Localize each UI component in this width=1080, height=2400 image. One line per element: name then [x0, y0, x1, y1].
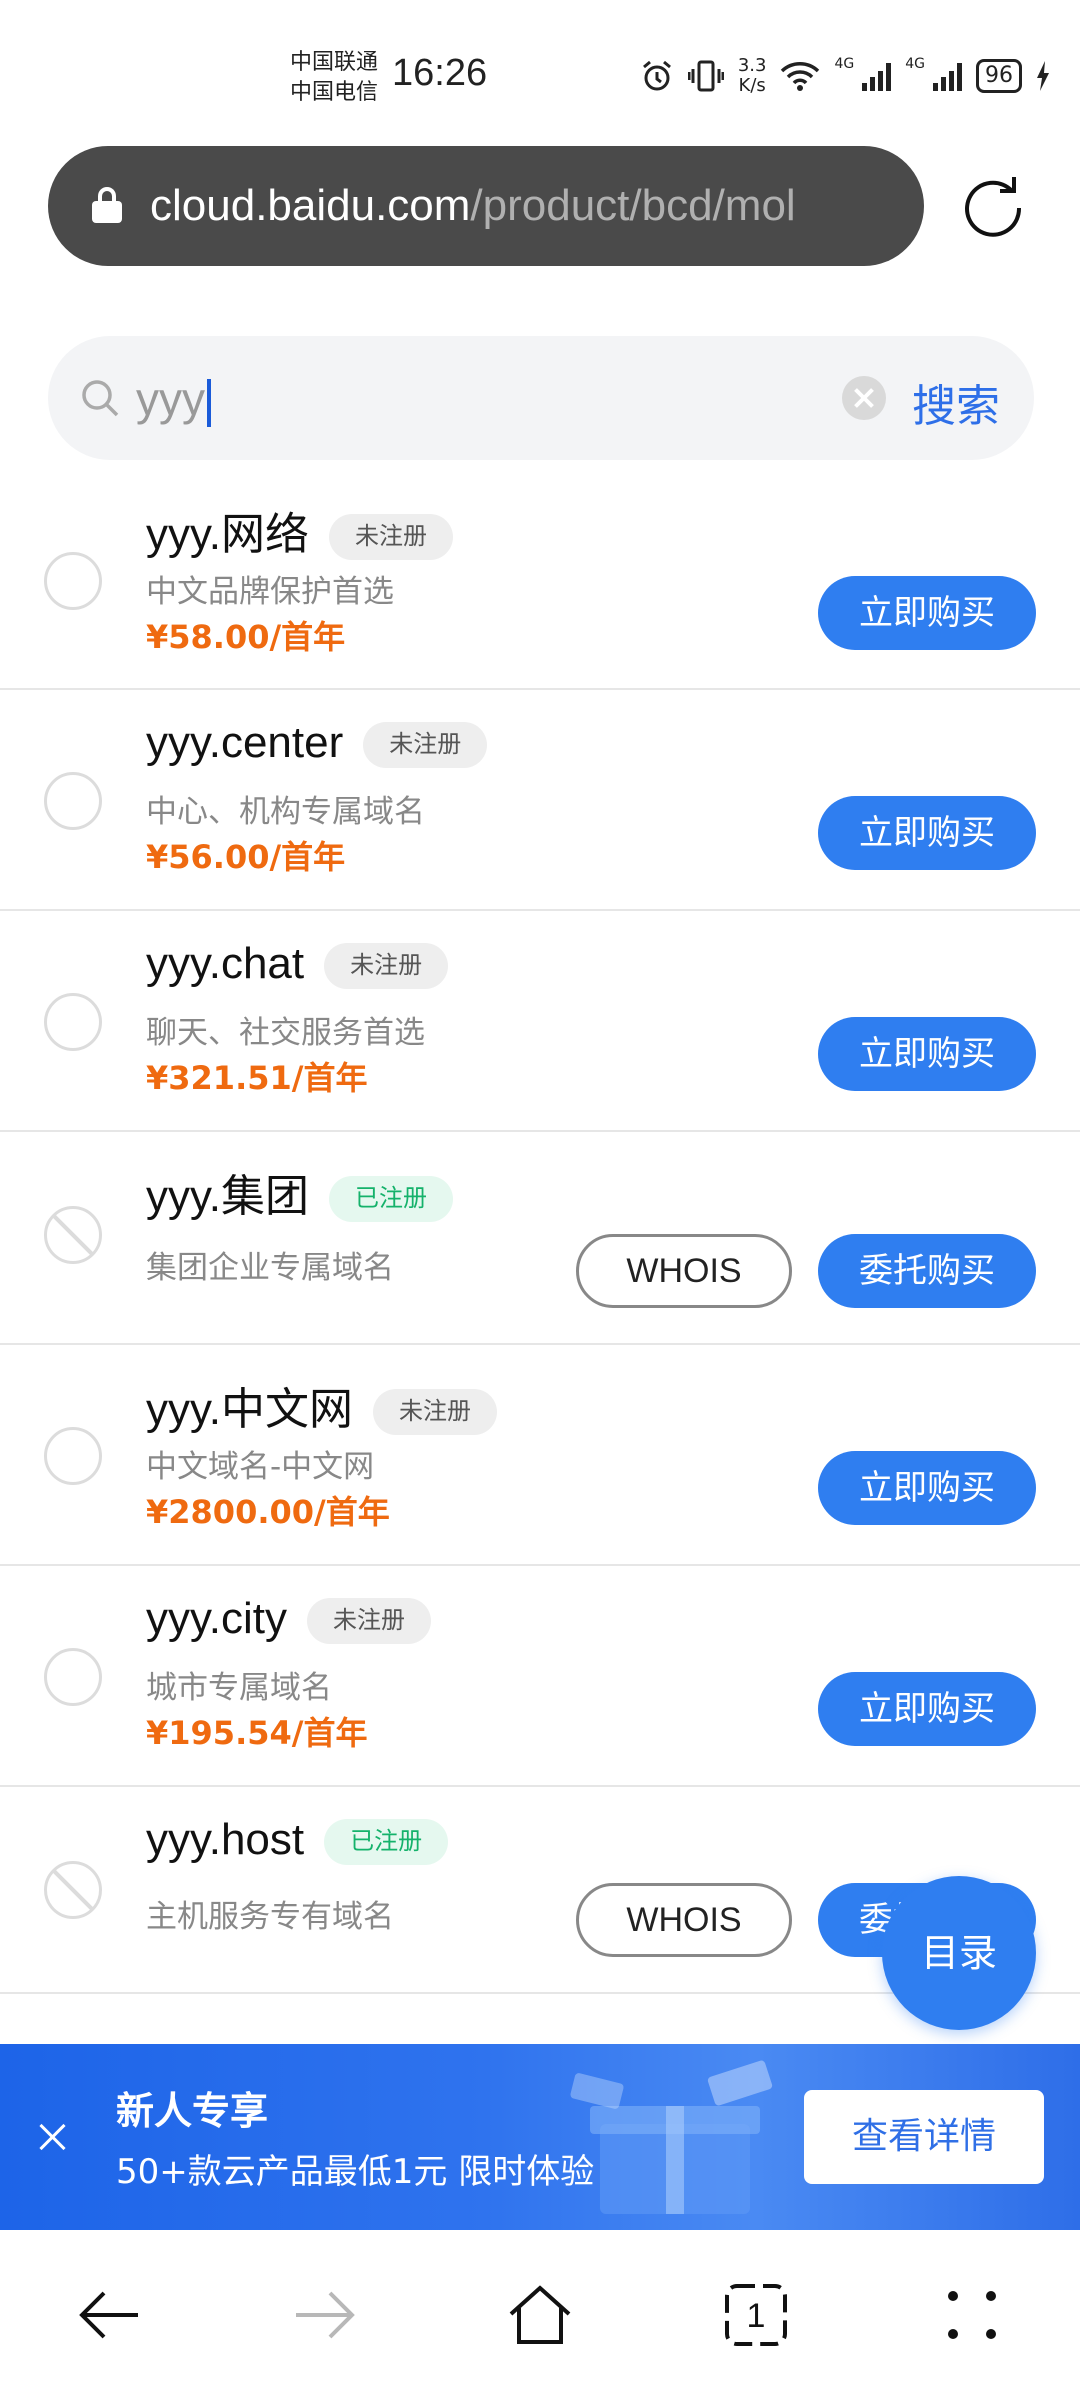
search-input[interactable]: yyy	[136, 372, 211, 427]
back-icon[interactable]	[74, 2280, 144, 2350]
url-path: /product/bcd/mol	[470, 181, 796, 230]
signal-icon-1	[862, 61, 892, 91]
whois-button[interactable]: WHOIS	[576, 1883, 792, 1957]
buy-now-button[interactable]: 立即购买	[818, 1017, 1036, 1091]
text-caret	[207, 378, 211, 427]
reload-icon[interactable]	[960, 175, 1026, 241]
select-radio[interactable]	[44, 772, 102, 830]
domain-desc: 中文域名-中文网	[146, 1449, 375, 1485]
domain-desc: 中心、机构专属域名	[146, 794, 425, 830]
wifi-icon	[781, 62, 820, 91]
search-icon	[82, 380, 119, 417]
domain-desc: 中文品牌保护首选	[146, 574, 394, 610]
search-query: yyy	[136, 373, 205, 425]
domain-name: yyy.center	[146, 718, 344, 767]
domain-name: yyy.集团	[146, 1172, 309, 1221]
status-badge: 未注册	[306, 1598, 431, 1645]
domain-price: ¥2800.00/首年	[146, 1493, 390, 1531]
carrier-1: 中国联通	[290, 50, 379, 75]
status-badge: 未注册	[324, 943, 449, 990]
status-badge: 未注册	[328, 514, 453, 561]
network-speed: 3.3 K/s	[738, 56, 767, 96]
vibrate-icon	[687, 60, 724, 92]
url-text[interactable]: cloud.baidu.com/product/bcd/mol	[150, 181, 796, 231]
promo-banner[interactable]: 新人专享 50+款云产品最低1元 限时体验 查看详情	[0, 2044, 1080, 2230]
disabled-radio	[44, 1206, 102, 1264]
search-bar[interactable]: yyy 搜索	[48, 336, 1034, 460]
buy-now-button[interactable]: 立即购买	[818, 1672, 1036, 1746]
domain-name: yyy.host	[146, 1815, 305, 1864]
clear-icon[interactable]	[842, 376, 886, 420]
domain-name: yyy.网络	[146, 510, 309, 559]
domain-row: yyy.chat 未注册 聊天、社交服务首选 ¥321.51/首年 立即购买	[0, 911, 1080, 1132]
domain-price: ¥58.00/首年	[146, 618, 346, 656]
entrust-buy-button[interactable]: 委托购买	[818, 1234, 1036, 1308]
forward-icon[interactable]	[290, 2280, 360, 2350]
carrier-2: 中国电信	[290, 80, 379, 105]
domain-row: yyy.网络 未注册 中文品牌保护首选 ¥58.00/首年 立即购买	[0, 470, 1080, 690]
banner-title: 新人专享	[116, 2089, 269, 2133]
signal-icon-2	[933, 61, 962, 91]
domain-desc: 主机服务专有域名	[146, 1899, 394, 1935]
status-badge: 已注册	[328, 1176, 453, 1223]
domain-desc: 集团企业专属域名	[146, 1250, 394, 1286]
select-radio[interactable]	[44, 1427, 102, 1485]
address-bar[interactable]: cloud.baidu.com/product/bcd/mol	[48, 146, 924, 266]
buy-now-button[interactable]: 立即购买	[818, 1451, 1036, 1525]
domain-price: ¥56.00/首年	[146, 838, 346, 876]
url-host: cloud.baidu.com	[150, 181, 471, 230]
domain-row: yyy.center 未注册 中心、机构专属域名 ¥56.00/首年 立即购买	[0, 690, 1080, 911]
domain-desc: 城市专属域名	[146, 1670, 332, 1706]
domain-price: ¥195.54/首年	[146, 1714, 368, 1752]
menu-icon[interactable]	[937, 2280, 1007, 2350]
clock: 16:26	[392, 52, 488, 94]
whois-button[interactable]: WHOIS	[576, 1234, 792, 1308]
domain-price: ¥321.51/首年	[146, 1059, 368, 1097]
browser-bottom-nav: 1	[0, 2230, 1080, 2400]
domain-name: yyy.中文网	[146, 1385, 353, 1434]
buy-now-button[interactable]: 立即购买	[818, 796, 1036, 870]
domain-row: yyy.中文网 未注册 中文域名-中文网 ¥2800.00/首年 立即购买	[0, 1345, 1080, 1566]
status-bar: 中国联通 中国电信 16:26 3.3 K/s 4G 4G 96	[0, 0, 1080, 150]
buy-now-button[interactable]: 立即购买	[818, 576, 1036, 650]
domain-name-row: yyy.中文网 未注册	[146, 1373, 497, 1437]
domain-name-row: yyy.city 未注册	[146, 1594, 431, 1645]
status-icons: 3.3 K/s 4G 4G 96	[640, 56, 1050, 96]
disabled-radio	[44, 1861, 102, 1919]
status-badge: 已注册	[324, 1819, 449, 1866]
domain-name: yyy.chat	[146, 939, 305, 988]
net-type-1: 4G	[834, 56, 855, 72]
status-badge: 未注册	[363, 722, 488, 769]
select-radio[interactable]	[44, 993, 102, 1051]
lock-icon[interactable]	[92, 187, 122, 225]
battery-icon: 96	[976, 59, 1022, 93]
domain-name-row: yyy.host 已注册	[146, 1815, 449, 1866]
net-type-2: 4G	[905, 56, 925, 72]
banner-subtitle: 50+款云产品最低1元 限时体验	[116, 2152, 595, 2192]
svg-text:1: 1	[747, 2297, 766, 2335]
close-icon[interactable]	[36, 2120, 70, 2154]
select-radio[interactable]	[44, 552, 102, 610]
domain-name-row: yyy.center 未注册	[146, 718, 488, 769]
status-badge: 未注册	[372, 1389, 497, 1436]
domain-desc: 聊天、社交服务首选	[146, 1015, 425, 1051]
search-button[interactable]: 搜索	[912, 370, 1000, 434]
tabs-icon[interactable]: 1	[721, 2280, 791, 2350]
domain-name-row: yyy.chat 未注册	[146, 939, 449, 990]
gift-box-illustration	[570, 2060, 773, 2214]
toc-floating-button[interactable]: 目录	[882, 1876, 1036, 2030]
charging-icon	[1037, 61, 1049, 91]
domain-name-row: yyy.网络 未注册	[146, 498, 453, 562]
domain-name-row: yyy.集团 已注册	[146, 1160, 453, 1224]
view-details-button[interactable]: 查看详情	[804, 2090, 1044, 2184]
domain-row: yyy.city 未注册 城市专属域名 ¥195.54/首年 立即购买	[0, 1566, 1080, 1787]
speed-value: 3.3	[737, 55, 767, 76]
select-radio[interactable]	[44, 1648, 102, 1706]
domain-row: yyy.集团 已注册 集团企业专属域名 WHOIS 委托购买	[0, 1132, 1080, 1345]
speed-unit: K/s	[738, 75, 766, 96]
carrier-labels: 中国联通 中国电信	[290, 48, 378, 108]
domain-name: yyy.city	[146, 1594, 287, 1643]
home-icon[interactable]	[505, 2280, 575, 2350]
alarm-icon	[642, 60, 671, 91]
